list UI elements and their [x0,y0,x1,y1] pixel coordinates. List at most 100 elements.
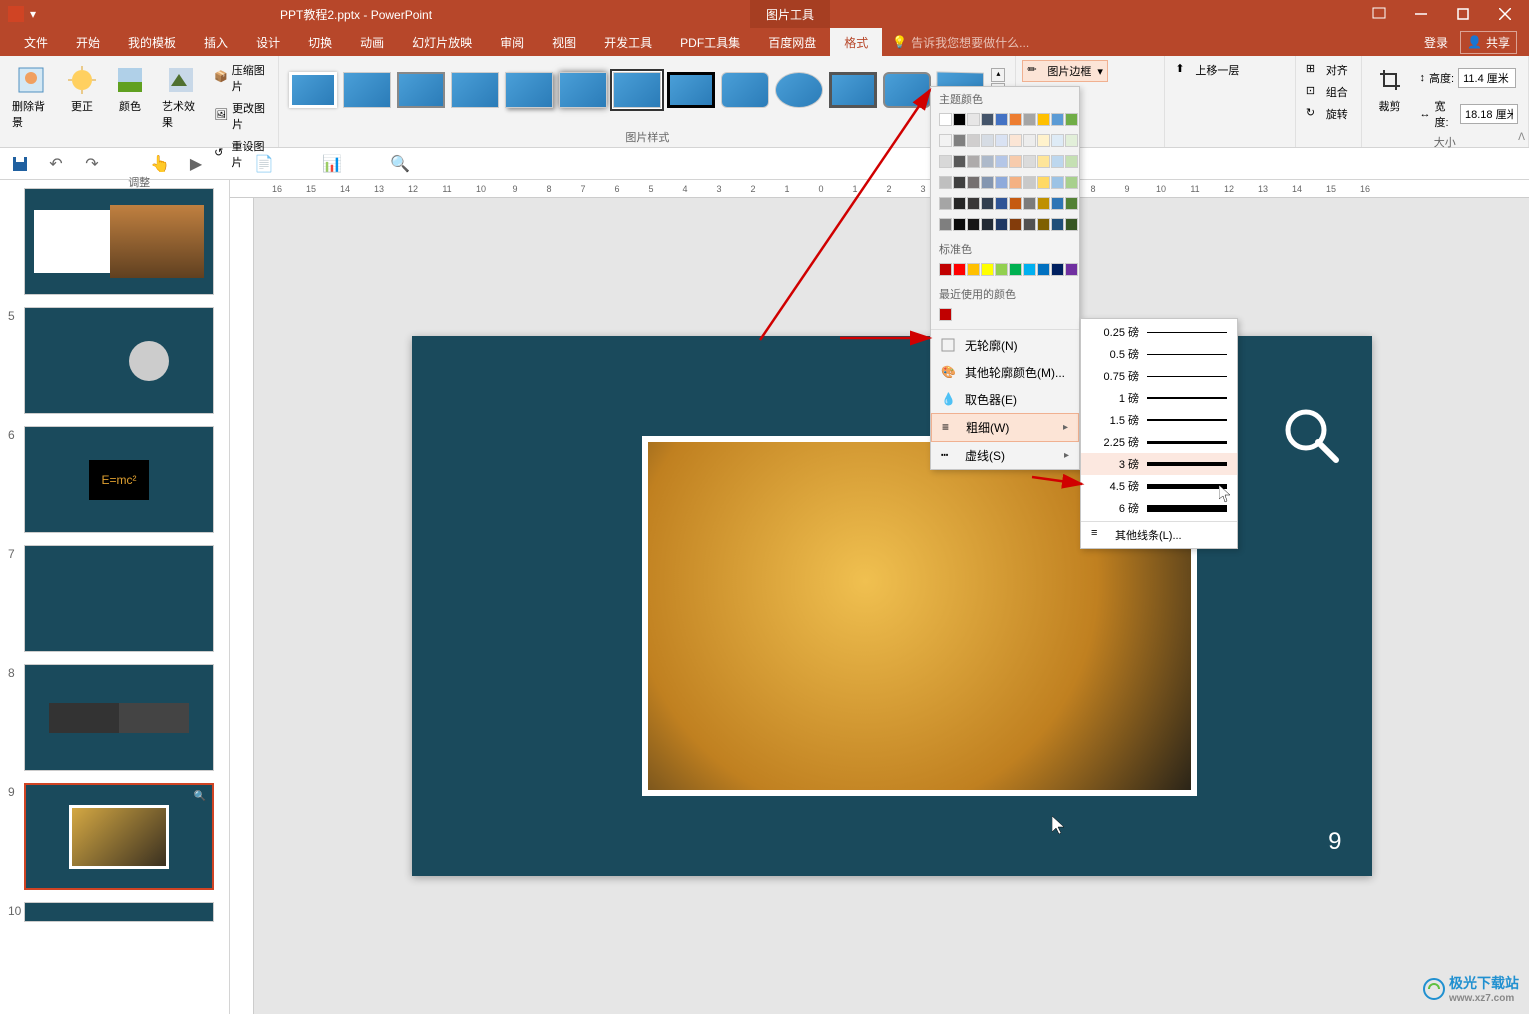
color-swatch[interactable] [995,263,1008,276]
rotate-button[interactable]: ↻旋转 [1302,104,1352,124]
artistic-effects-button[interactable]: 艺术效果 [156,60,206,134]
slide-thumb-9[interactable]: 🔍 [24,783,214,890]
color-swatch[interactable] [1009,113,1022,126]
color-swatch[interactable] [1009,155,1022,168]
tab-file[interactable]: 文件 [10,28,62,57]
more-lines-item[interactable]: ≡其他线条(L)... [1081,524,1237,546]
color-swatch[interactable] [981,134,994,147]
color-swatch[interactable] [1051,263,1064,276]
slide-thumb-6[interactable]: E=mc² [24,426,214,533]
weight-item[interactable]: ≡粗细(W)▸ [931,413,1079,442]
color-swatch[interactable] [1009,218,1022,231]
qa-dropdown-icon[interactable]: ▾ [30,7,36,21]
picture-border-button[interactable]: ✏图片边框▾ [1022,60,1108,82]
remove-background-button[interactable]: 删除背景 [6,60,56,134]
color-swatch[interactable] [995,134,1008,147]
color-swatch[interactable] [1037,113,1050,126]
tab-slideshow[interactable]: 幻灯片放映 [398,28,486,57]
height-input[interactable] [1458,68,1516,88]
color-swatch[interactable] [967,134,980,147]
tab-pdf[interactable]: PDF工具集 [666,28,754,57]
color-swatch[interactable] [1051,134,1064,147]
color-swatch[interactable] [1037,218,1050,231]
color-swatch[interactable] [1065,197,1078,210]
color-swatch[interactable] [1065,176,1078,189]
color-swatch[interactable] [939,263,952,276]
reset-picture-button[interactable]: ↺重设图片 [210,136,272,172]
weight-option[interactable]: 0.25 磅 [1081,321,1237,343]
group-button[interactable]: ⊡组合 [1302,82,1352,102]
color-swatch[interactable] [1009,197,1022,210]
color-swatch[interactable] [1051,176,1064,189]
qa-extra-2[interactable]: 📊 [320,152,344,176]
style-thumb[interactable] [613,72,661,108]
tab-insert[interactable]: 插入 [190,28,242,57]
ribbon-display-icon[interactable] [1359,0,1399,28]
color-swatch[interactable] [939,218,952,231]
color-swatch[interactable] [1037,134,1050,147]
color-swatch[interactable] [1023,197,1036,210]
color-swatch[interactable] [981,176,994,189]
style-thumb[interactable] [451,72,499,108]
width-input[interactable] [1460,104,1518,124]
more-colors-item[interactable]: 🎨其他轮廓颜色(M)... [931,359,1079,386]
weight-option[interactable]: 2.25 磅 [1081,431,1237,453]
color-swatch[interactable] [995,218,1008,231]
color-swatch[interactable] [995,197,1008,210]
color-swatch[interactable] [939,308,952,321]
color-swatch[interactable] [939,176,952,189]
tab-transitions[interactable]: 切换 [294,28,346,57]
color-swatch[interactable] [953,263,966,276]
slide-thumb-10[interactable] [24,902,214,922]
tell-me-search[interactable]: 💡 告诉我您想要做什么... [892,34,1029,51]
share-button[interactable]: 👤 共享 [1460,31,1517,54]
style-thumb[interactable] [829,72,877,108]
tab-home[interactable]: 开始 [62,28,114,57]
color-swatch[interactable] [1065,113,1078,126]
tab-templates[interactable]: 我的模板 [114,28,190,57]
color-swatch[interactable] [953,134,966,147]
color-swatch[interactable] [995,155,1008,168]
weight-option[interactable]: 1.5 磅 [1081,409,1237,431]
color-swatch[interactable] [1023,134,1036,147]
color-swatch[interactable] [1037,155,1050,168]
slide-thumb-7[interactable] [24,545,214,652]
picture-styles-gallery[interactable]: ▴ ▾ ▾ [285,60,1009,120]
color-swatch[interactable] [1023,263,1036,276]
color-swatch[interactable] [939,113,952,126]
style-thumb[interactable] [883,72,931,108]
color-swatch[interactable] [939,155,952,168]
color-swatch[interactable] [981,197,994,210]
slide-thumbnails-panel[interactable]: 5 6E=mc² 7 8 9🔍 10 [0,180,230,1014]
slide-thumb-8[interactable] [24,664,214,771]
qa-extra-3[interactable]: 🔍 [388,152,412,176]
change-picture-button[interactable]: 🖼更改图片 [210,98,272,134]
style-thumb[interactable] [289,72,337,108]
color-swatch[interactable] [1051,113,1064,126]
tab-review[interactable]: 审阅 [486,28,538,57]
color-swatch[interactable] [1023,176,1036,189]
tab-animations[interactable]: 动画 [346,28,398,57]
color-swatch[interactable] [981,218,994,231]
color-swatch[interactable] [1009,263,1022,276]
bring-forward-button[interactable]: ⬆上移一层 [1171,60,1243,80]
corrections-button[interactable]: 更正 [60,60,104,118]
color-swatch[interactable] [953,176,966,189]
color-swatch[interactable] [939,134,952,147]
color-swatch[interactable] [1009,176,1022,189]
color-swatch[interactable] [1051,197,1064,210]
weight-option[interactable]: 1 磅 [1081,387,1237,409]
tab-developer[interactable]: 开发工具 [590,28,666,57]
color-swatch[interactable] [953,197,966,210]
style-thumb[interactable] [343,72,391,108]
slide-thumb-5[interactable] [24,307,214,414]
width-field[interactable]: ↔宽度: [1416,96,1522,132]
dashes-item[interactable]: ┅虚线(S)▸ [931,442,1079,469]
align-button[interactable]: ⊞对齐 [1302,60,1352,80]
color-swatch[interactable] [1065,155,1078,168]
eyedropper-item[interactable]: 💧取色器(E) [931,386,1079,413]
weight-option[interactable]: 0.5 磅 [1081,343,1237,365]
tab-baidu[interactable]: 百度网盘 [754,28,830,57]
color-swatch[interactable] [953,218,966,231]
style-thumb[interactable] [505,72,553,108]
